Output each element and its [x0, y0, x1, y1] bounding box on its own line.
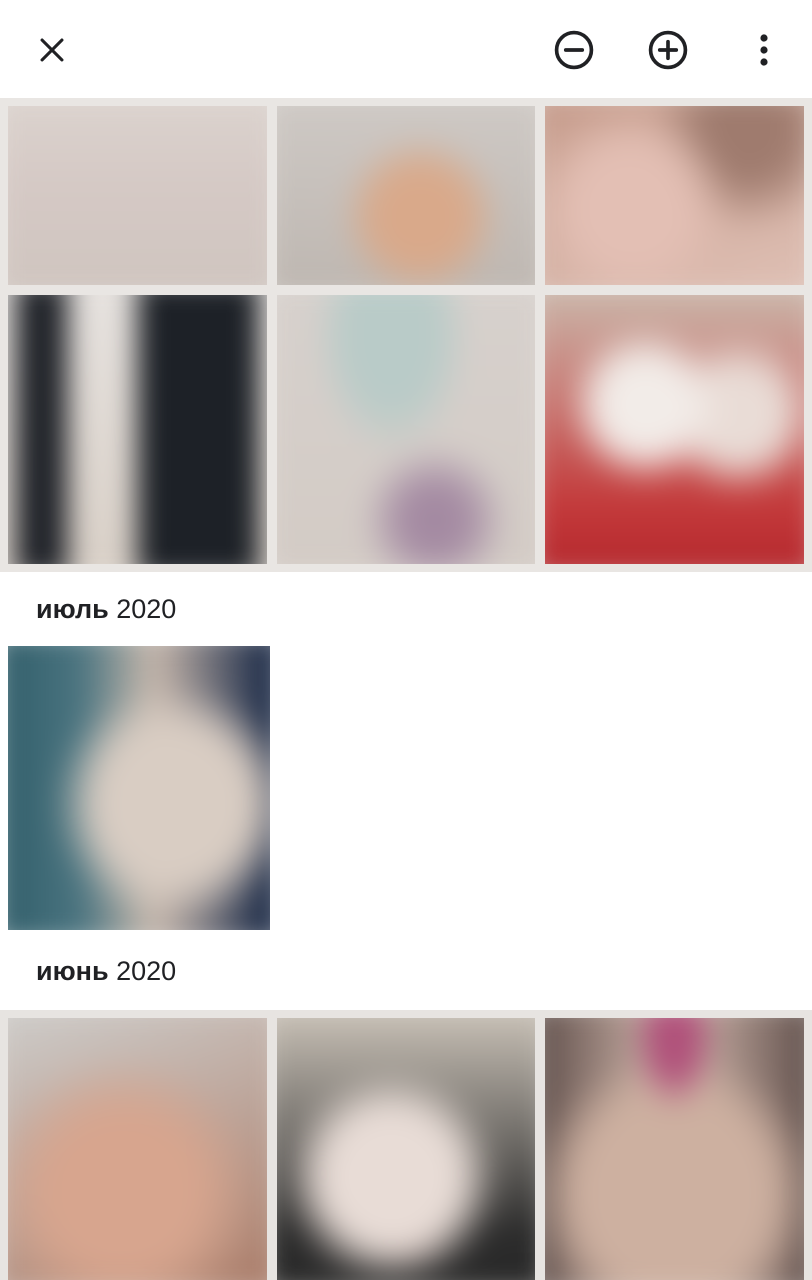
close-button[interactable]	[24, 22, 80, 78]
photo-thumbnail[interactable]	[276, 295, 536, 564]
photo-thumbnail[interactable]	[276, 106, 536, 286]
photo-thumbnail[interactable]	[8, 295, 267, 564]
section-year: 2020	[116, 956, 177, 986]
minus-circle-icon	[554, 30, 594, 70]
more-vertical-icon	[760, 34, 768, 66]
section-year: 2020	[116, 594, 177, 624]
more-options-button[interactable]	[740, 22, 788, 78]
section-header-july: июль 2020	[36, 594, 176, 625]
photo-grid-previous	[0, 98, 812, 572]
section-month: июнь	[36, 956, 109, 986]
photo-thumbnail[interactable]	[276, 1018, 536, 1280]
photo-thumbnail[interactable]	[8, 106, 267, 286]
top-app-bar	[0, 0, 812, 98]
photo-thumbnail[interactable]	[8, 1018, 267, 1280]
zoom-in-button[interactable]	[640, 22, 696, 78]
section-month: июль	[36, 594, 109, 624]
photo-grid-june	[0, 1010, 812, 1280]
zoom-out-button[interactable]	[546, 22, 602, 78]
photo-thumbnail[interactable]	[8, 646, 270, 930]
photo-thumbnail[interactable]	[545, 106, 804, 286]
photo-grid-july	[0, 638, 812, 938]
section-header-june: июнь 2020	[36, 956, 176, 987]
photo-thumbnail[interactable]	[545, 1018, 804, 1280]
photo-thumbnail[interactable]	[545, 295, 804, 564]
close-icon	[40, 38, 64, 62]
plus-circle-icon	[648, 30, 688, 70]
